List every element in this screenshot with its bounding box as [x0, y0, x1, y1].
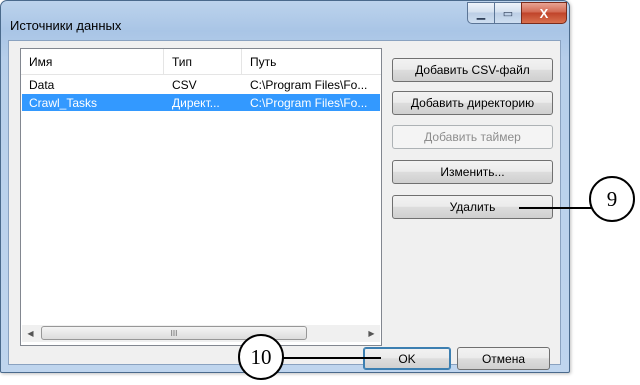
add-csv-button[interactable]: Добавить CSV-файл: [392, 58, 553, 82]
add-timer-button[interactable]: Добавить таймер: [392, 125, 553, 149]
data-sources-list[interactable]: Имя Тип Путь Data CSV C:\Program Files\F…: [20, 48, 382, 346]
list-row[interactable]: Data CSV C:\Program Files\Fo...: [22, 76, 380, 93]
list-row-selected[interactable]: Crawl_Tasks Директ... C:\Program Files\F…: [22, 94, 380, 111]
callout-leader-delete: [519, 207, 591, 209]
cancel-button[interactable]: Отмена: [457, 347, 550, 370]
caption-buttons: ▁ ▭ X: [467, 2, 567, 25]
callout-delete-marker: 9: [589, 176, 635, 222]
row-type: CSV: [172, 77, 197, 92]
row-path: C:\Program Files\Fo...: [250, 77, 368, 92]
edit-button[interactable]: Изменить...: [392, 160, 553, 184]
window-title: Источники данных: [10, 18, 122, 33]
close-icon: X: [539, 5, 549, 21]
scroll-track[interactable]: III: [39, 325, 363, 342]
horizontal-scrollbar[interactable]: ◀ III ▶: [22, 325, 380, 342]
maximize-button[interactable]: ▭: [494, 2, 521, 24]
column-header-path[interactable]: Путь: [242, 49, 381, 74]
list-header: Имя Тип Путь: [21, 49, 381, 75]
close-button[interactable]: X: [521, 2, 567, 24]
callout-ok-marker: 10: [238, 334, 284, 380]
row-name: Data: [29, 77, 55, 92]
row-name: Crawl_Tasks: [29, 95, 98, 110]
scroll-right-icon[interactable]: ▶: [363, 325, 380, 342]
add-directory-button[interactable]: Добавить директорию: [392, 91, 553, 115]
callout-leader-ok: [282, 357, 381, 359]
row-path: C:\Program Files\Fo...: [250, 95, 368, 110]
scroll-left-icon[interactable]: ◀: [22, 325, 39, 342]
minimize-button[interactable]: ▁: [467, 2, 494, 24]
minimize-icon: ▁: [476, 7, 486, 20]
row-type: Директ...: [172, 95, 220, 110]
column-header-type[interactable]: Тип: [164, 49, 242, 74]
grip-icon: III: [170, 328, 178, 338]
maximize-icon: ▭: [502, 7, 514, 20]
column-header-name[interactable]: Имя: [21, 49, 164, 74]
